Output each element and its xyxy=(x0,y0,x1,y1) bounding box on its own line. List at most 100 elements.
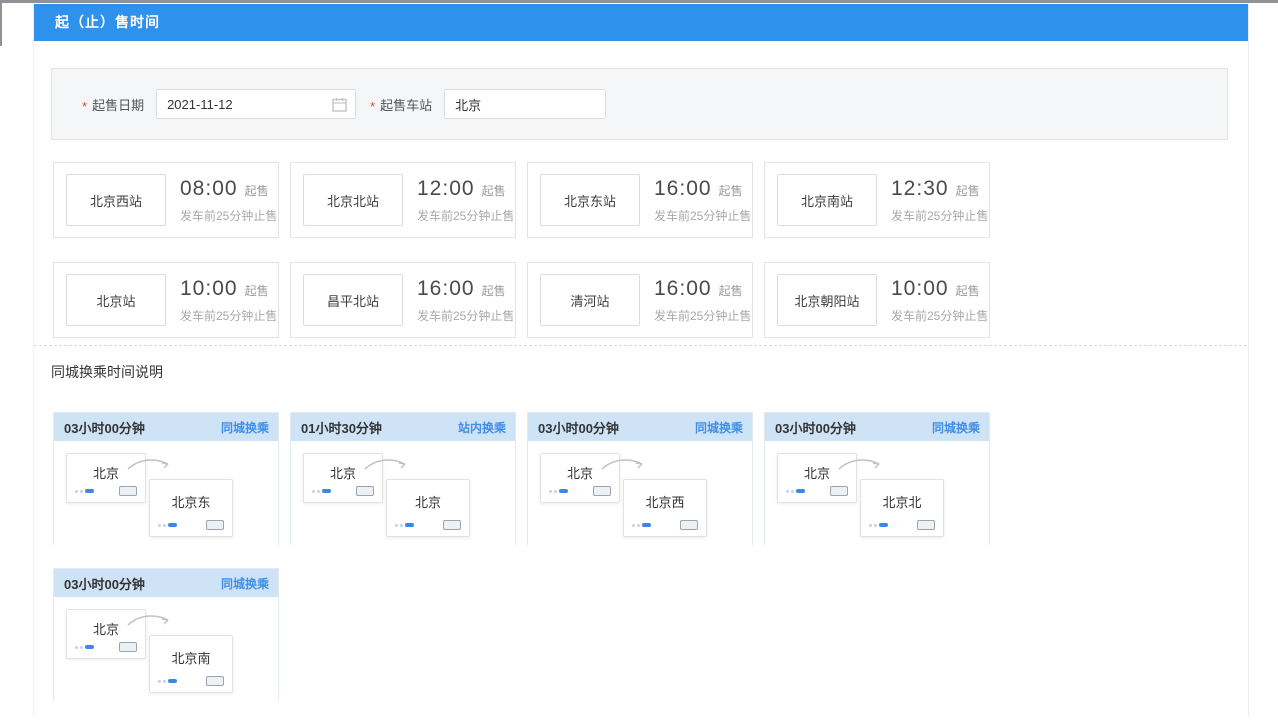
transfer-duration: 01小时30分钟 xyxy=(301,418,382,437)
train-badge-icon xyxy=(830,486,848,496)
to-station-card: 北京 xyxy=(386,479,470,537)
page-title: 起（止）售时间 xyxy=(55,14,160,30)
to-station-name: 北京西 xyxy=(624,492,706,511)
to-station-name: 北京 xyxy=(387,492,469,511)
train-badge-icon xyxy=(443,520,461,530)
station-name-button[interactable]: 北京站 xyxy=(66,274,166,326)
train-badge-icon xyxy=(206,676,224,686)
to-station-card: 北京东 xyxy=(149,479,233,537)
to-station-card: 北京西 xyxy=(623,479,707,537)
sale-note: 发车前25分钟止售 xyxy=(417,207,514,224)
transfer-duration: 03小时00分钟 xyxy=(775,418,856,437)
train-badge-icon xyxy=(119,486,137,496)
window-top-edge xyxy=(0,0,1278,3)
train-badge-icon xyxy=(917,520,935,530)
sale-note: 发车前25分钟止售 xyxy=(654,207,751,224)
transfer-type-link[interactable]: 站内换乘 xyxy=(458,419,506,436)
track-dots-icon xyxy=(786,489,807,493)
sale-note: 发车前25分钟止售 xyxy=(180,207,277,224)
transfer-card-body: 北京 北京南 xyxy=(54,597,278,701)
transfer-card-header: 03小时00分钟 同城换乘 xyxy=(54,413,278,441)
sale-time: 16:00 xyxy=(654,277,712,301)
transfer-arrow-icon xyxy=(600,455,648,473)
sale-station-input[interactable]: 北京 xyxy=(444,89,606,119)
transfer-card-header: 03小时00分钟 同城换乘 xyxy=(528,413,752,441)
station-name-button[interactable]: 北京西站 xyxy=(66,174,166,226)
train-badge-icon xyxy=(680,520,698,530)
sale-suffix: 起售 xyxy=(956,182,980,199)
transfer-duration: 03小时00分钟 xyxy=(64,418,145,437)
transfer-duration: 03小时00分钟 xyxy=(538,418,619,437)
transfer-duration: 03小时00分钟 xyxy=(64,574,145,593)
to-station-name: 北京南 xyxy=(150,648,232,667)
sale-suffix: 起售 xyxy=(245,282,269,299)
transfer-card-body: 北京 北京西 xyxy=(528,441,752,545)
transfer-section-title: 同城换乘时间说明 xyxy=(51,362,163,382)
transfer-card-header: 03小时00分钟 同城换乘 xyxy=(765,413,989,441)
to-station-name: 北京东 xyxy=(150,492,232,511)
station-name-button[interactable]: 北京南站 xyxy=(777,174,877,226)
station-sale-grid: 北京西站 08:00 起售 发车前25分钟止售 北京北站 12:00 起售 发车… xyxy=(53,162,993,338)
transfer-card-header: 03小时00分钟 同城换乘 xyxy=(54,569,278,597)
train-badge-icon xyxy=(356,486,374,496)
sale-time: 08:00 xyxy=(180,177,238,201)
transfer-card: 03小时00分钟 同城换乘 北京 北京北 xyxy=(764,412,990,545)
track-dots-icon xyxy=(632,523,653,527)
transfer-type-link[interactable]: 同城换乘 xyxy=(695,419,743,436)
transfer-card-body: 北京 北京东 xyxy=(54,441,278,545)
sale-note: 发车前25分钟止售 xyxy=(891,207,988,224)
track-dots-icon xyxy=(158,523,179,527)
transfer-type-link[interactable]: 同城换乘 xyxy=(932,419,980,436)
station-sale-card: 北京南站 12:30 起售 发车前25分钟止售 xyxy=(764,162,990,238)
calendar-icon[interactable] xyxy=(332,97,347,112)
sale-note: 发车前25分钟止售 xyxy=(891,307,988,324)
transfer-arrow-icon xyxy=(363,455,411,473)
transfer-arrow-icon xyxy=(126,455,174,473)
sale-time: 12:30 xyxy=(891,177,949,201)
window-left-edge xyxy=(0,0,2,46)
sale-station-value: 北京 xyxy=(455,95,481,114)
transfer-card-header: 01小时30分钟 站内换乘 xyxy=(291,413,515,441)
transfer-card-body: 北京 北京北 xyxy=(765,441,989,545)
required-asterisk: * xyxy=(82,99,87,114)
track-dots-icon xyxy=(395,523,416,527)
sale-time: 16:00 xyxy=(654,177,712,201)
transfer-arrow-icon xyxy=(126,611,174,629)
track-dots-icon xyxy=(549,489,570,493)
page-container: 起（止）售时间 * 起售日期 2021-11-12 * 起售车站 北京 北京西站… xyxy=(33,4,1249,716)
transfer-type-link[interactable]: 同城换乘 xyxy=(221,575,269,592)
sale-suffix: 起售 xyxy=(482,182,506,199)
station-name-button[interactable]: 清河站 xyxy=(540,274,640,326)
required-asterisk: * xyxy=(370,99,375,114)
dashed-divider xyxy=(34,345,1247,346)
section-header-bar: 起（止）售时间 xyxy=(34,4,1248,41)
station-sale-card: 昌平北站 16:00 起售 发车前25分钟止售 xyxy=(290,262,516,338)
station-name-button[interactable]: 北京朝阳站 xyxy=(777,274,877,326)
transfer-grid: 03小时00分钟 同城换乘 北京 北京东 xyxy=(53,412,993,701)
track-dots-icon xyxy=(312,489,333,493)
sale-time: 12:00 xyxy=(417,177,475,201)
sale-filter-form: * 起售日期 2021-11-12 * 起售车站 北京 xyxy=(51,68,1228,140)
sale-date-input[interactable]: 2021-11-12 xyxy=(156,89,356,119)
sale-note: 发车前25分钟止售 xyxy=(180,307,277,324)
track-dots-icon xyxy=(158,679,179,683)
sale-suffix: 起售 xyxy=(245,182,269,199)
sale-suffix: 起售 xyxy=(482,282,506,299)
sale-date-value: 2021-11-12 xyxy=(167,97,233,112)
sale-time: 10:00 xyxy=(180,277,238,301)
train-badge-icon xyxy=(593,486,611,496)
transfer-type-link[interactable]: 同城换乘 xyxy=(221,419,269,436)
transfer-card-body: 北京 北京 xyxy=(291,441,515,545)
train-badge-icon xyxy=(206,520,224,530)
station-sale-card: 北京北站 12:00 起售 发车前25分钟止售 xyxy=(290,162,516,238)
train-badge-icon xyxy=(119,642,137,652)
sale-note: 发车前25分钟止售 xyxy=(417,307,514,324)
transfer-card: 03小时00分钟 同城换乘 北京 北京南 xyxy=(53,568,279,701)
station-name-button[interactable]: 昌平北站 xyxy=(303,274,403,326)
to-station-card: 北京北 xyxy=(860,479,944,537)
station-name-button[interactable]: 北京北站 xyxy=(303,174,403,226)
track-dots-icon xyxy=(75,489,96,493)
transfer-card: 03小时00分钟 同城换乘 北京 北京西 xyxy=(527,412,753,545)
station-name-button[interactable]: 北京东站 xyxy=(540,174,640,226)
sale-time: 10:00 xyxy=(891,277,949,301)
